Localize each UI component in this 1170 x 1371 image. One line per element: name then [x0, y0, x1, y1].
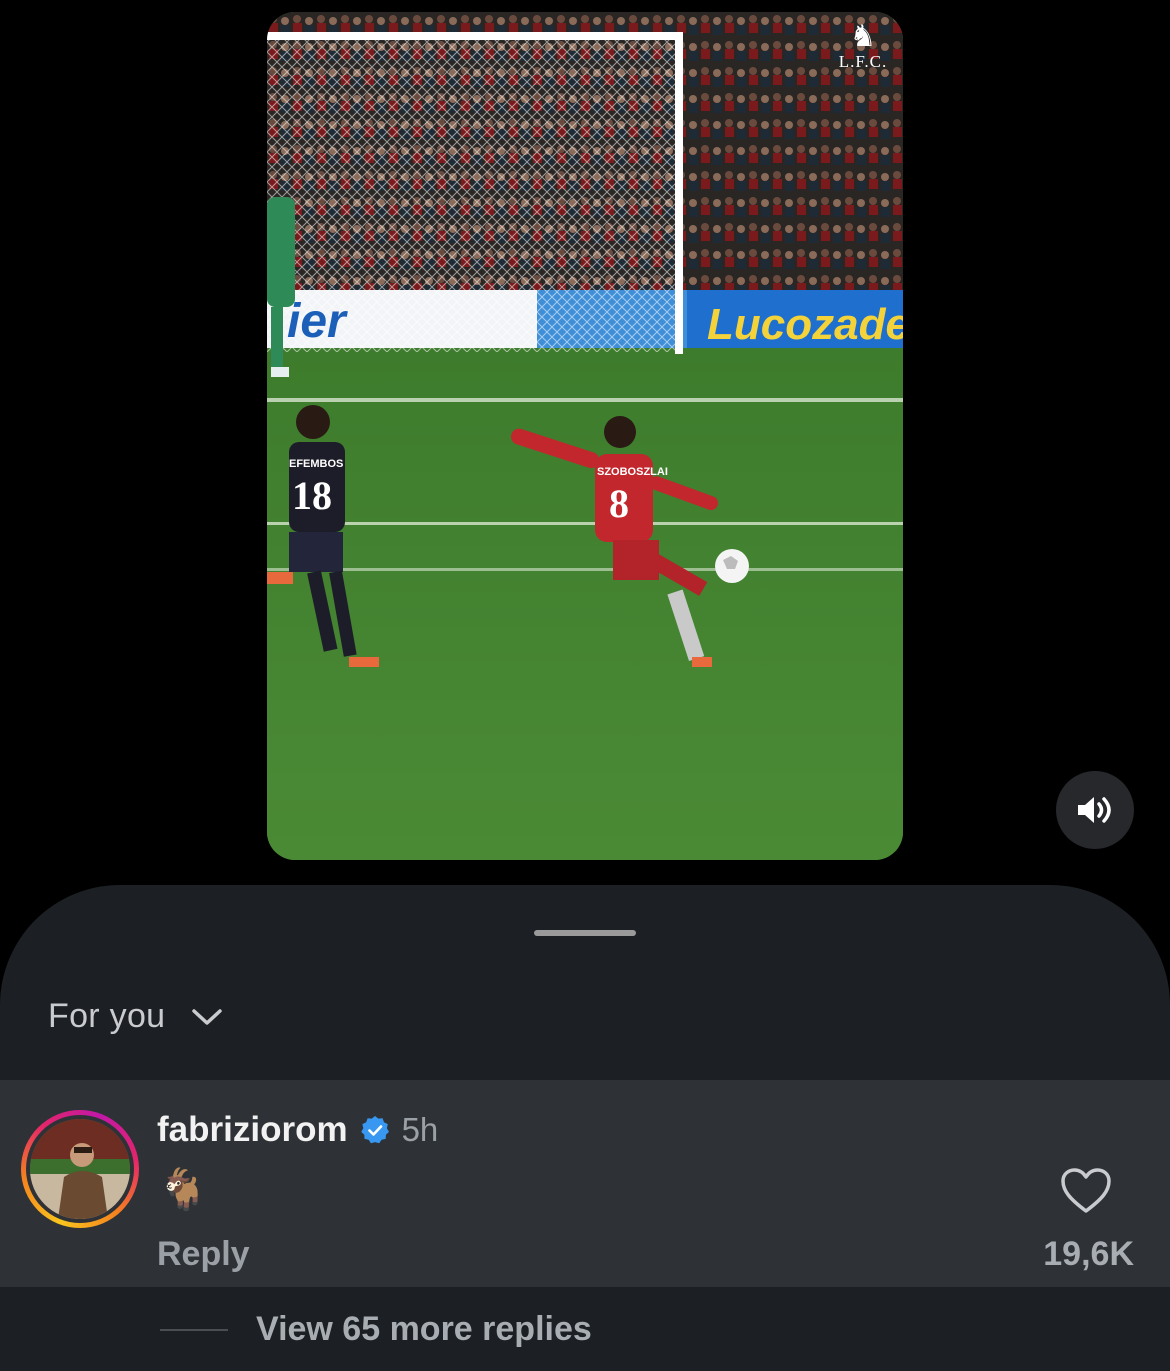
player-left-name: EFEMBOS [289, 458, 344, 470]
verified-badge-icon [360, 1116, 389, 1144]
reply-button[interactable]: Reply [157, 1235, 250, 1274]
comment-header: fabriziorom 5h [157, 1110, 438, 1150]
replies-divider [160, 1328, 228, 1331]
player-right-name: SZOBOSZLAI [597, 466, 668, 478]
reel-video[interactable]: ier Lucozade EFEMBOS 18 SZOBOSZLAI 8 ♞ L… [267, 12, 903, 860]
comment-filter-label: For you [48, 997, 166, 1035]
board-right-text: Lucozade [707, 300, 903, 349]
player-right-number: 8 [609, 481, 629, 526]
comment-text: 🐐 [158, 1168, 208, 1212]
video-frame [267, 12, 903, 860]
comment-username[interactable]: fabriziorom [157, 1110, 348, 1150]
avatar-story-ring[interactable] [21, 1110, 139, 1228]
club-logo-text: L.F.C. [838, 52, 888, 71]
view-more-replies-label: View 65 more replies [256, 1310, 592, 1348]
comments-sheet: For you fabriziorom 5h 🐐 Reply 19,6K Vie… [0, 885, 1170, 1371]
like-count: 19,6K [1043, 1235, 1134, 1273]
sound-toggle-button[interactable] [1056, 771, 1134, 849]
heart-icon[interactable] [1060, 1167, 1112, 1215]
chevron-down-icon [192, 1008, 223, 1025]
club-logo: ♞ L.F.C. [833, 22, 893, 72]
sheet-grab-handle[interactable] [534, 930, 636, 936]
speaker-icon [1078, 797, 1111, 823]
comment-filter-dropdown[interactable]: For you [48, 997, 223, 1036]
view-more-replies-button[interactable]: View 65 more replies [160, 1310, 592, 1349]
comment-time: 5h [401, 1111, 439, 1148]
board-left-text: ier [287, 295, 346, 348]
avatar [30, 1119, 130, 1219]
comment-item: fabriziorom 5h 🐐 Reply 19,6K [0, 1080, 1170, 1287]
reels-screen: ier Lucozade EFEMBOS 18 SZOBOSZLAI 8 ♞ L… [0, 0, 1170, 1371]
liverbird-icon: ♞ [849, 20, 877, 53]
player-left-number: 18 [292, 473, 332, 518]
